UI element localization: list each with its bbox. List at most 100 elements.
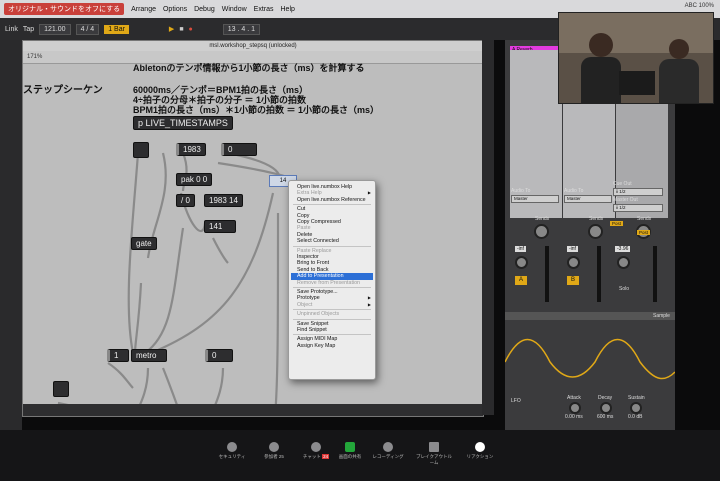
pak-object[interactable]: pak 0 0 [176, 173, 213, 186]
laptop [619, 71, 655, 95]
zoom-participants[interactable]: 参加者 25 [254, 442, 294, 460]
menu-options[interactable]: Options [163, 6, 187, 13]
play-icon[interactable]: ▶ [169, 25, 174, 33]
pan-knob-b[interactable] [567, 256, 580, 269]
time-signature-field[interactable]: 4 / 4 [75, 23, 100, 35]
bang-button-1[interactable] [133, 142, 149, 158]
cord-15 [212, 237, 229, 264]
sustain-label: Sustain [628, 395, 645, 401]
pan-knob-master[interactable] [617, 256, 630, 269]
tempo-field[interactable]: 121.00 [39, 23, 71, 35]
menu-help[interactable]: Help [281, 6, 295, 13]
zoom-share-screen[interactable]: 画面の共有 [330, 442, 370, 460]
number-box-1983[interactable]: 1983 [176, 143, 206, 156]
zoom-level[interactable]: 171% [27, 54, 42, 60]
context-menu-item[interactable]: Open live.numbox Reference [297, 197, 373, 204]
shield-icon [227, 442, 237, 452]
audio-to-label-a: Audio To [511, 188, 531, 194]
metro-object[interactable]: metro [131, 349, 167, 362]
number-box-141[interactable]: 141 [204, 220, 236, 233]
post-button-1[interactable]: Post [610, 221, 624, 226]
master-out-label: Master Out [613, 197, 638, 203]
patcher-title: msl.workshop_stepsq (unlocked) [23, 41, 483, 51]
original-sound-button[interactable]: オリジナル・サウンドをオフにする [4, 3, 125, 15]
tap-button[interactable]: Tap [23, 26, 34, 33]
attack-knob[interactable] [569, 402, 581, 414]
zoom-recording[interactable]: レコーディング [368, 442, 408, 460]
sustain-knob[interactable] [630, 402, 642, 414]
patcher-right-sidebar [482, 40, 494, 415]
audio-to-select-b[interactable]: Master [564, 195, 612, 203]
master-out-select[interactable]: ii 1/2 [613, 204, 663, 212]
volume-a[interactable]: -inf [515, 246, 526, 252]
gate-object[interactable]: gate [131, 237, 157, 250]
context-menu-item: Unpinned Objects [297, 311, 340, 318]
volume-master[interactable]: -3.96 [615, 246, 631, 252]
max-patcher-window: msl.workshop_stepsq (unlocked) 171% ステップ… [22, 40, 484, 417]
zoom-reactions[interactable]: リアクション [460, 442, 500, 460]
menu-separator [293, 287, 371, 288]
context-menu: Open live.numbox Help Extra Help ▶ Open liv… [288, 180, 376, 380]
record-icon [383, 442, 393, 452]
menu-separator [293, 245, 371, 247]
submenu-arrow-icon: ▶ [367, 190, 371, 196]
menu-extras[interactable]: Extras [254, 6, 274, 13]
person-2-body [659, 59, 699, 103]
number-box-1[interactable]: 1 [107, 349, 129, 362]
context-menu-item[interactable]: Find Snippet [297, 327, 373, 334]
record-icon[interactable]: ● [189, 26, 193, 33]
meter-a [545, 246, 549, 302]
decay-knob[interactable] [600, 402, 612, 414]
stop-icon[interactable]: ■ [179, 26, 183, 33]
sustain-value[interactable]: 0.0 dB [628, 414, 642, 420]
menu-window[interactable]: Window [222, 6, 247, 13]
link-button[interactable]: Link [5, 26, 18, 33]
webcam-background [559, 13, 713, 53]
menu-debug[interactable]: Debug [194, 6, 215, 13]
menu-arrange[interactable]: Arrange [131, 6, 156, 13]
number-box-0b[interactable]: 0 [205, 349, 233, 362]
quantize-menu[interactable]: 1 Bar [104, 24, 129, 34]
send-knob-a[interactable] [534, 224, 549, 239]
solo-label[interactable]: Solo [619, 286, 629, 292]
post-button-2[interactable]: Post [637, 230, 651, 235]
cue-out-select[interactable]: ii 1/2 [613, 188, 663, 196]
share-screen-icon [345, 442, 355, 452]
context-menu-item: Object [297, 301, 313, 308]
arrangement-position[interactable]: 13 . 4 . 1 [222, 23, 261, 35]
track-activator-a[interactable]: A [515, 276, 527, 285]
volume-b[interactable]: -inf [567, 246, 578, 252]
zoom-breakout-rooms[interactable]: ブレイクアウトルーム [414, 442, 454, 466]
person-1-body [581, 57, 621, 103]
lfo-label[interactable]: LFO [511, 398, 521, 404]
person-2-head [669, 39, 689, 59]
menu-separator [293, 309, 371, 311]
zoom-security[interactable]: セキュリティ [212, 442, 252, 460]
envelope-display[interactable] [505, 322, 675, 382]
cord-7 [133, 282, 143, 354]
attack-value[interactable]: 0.00 ms [565, 414, 583, 420]
menu-separator [293, 204, 371, 206]
pan-knob-a[interactable] [515, 256, 528, 269]
reaction-icon [475, 442, 485, 452]
context-menu-item: Remove from Presentation [297, 279, 361, 286]
send-knob-b[interactable] [588, 224, 603, 239]
bang-button-2[interactable] [53, 381, 69, 397]
decay-value[interactable]: 600 ms [597, 414, 613, 420]
context-menu-item[interactable]: Select Connected [297, 238, 373, 245]
context-menu-item[interactable]: Assign Key Map [297, 343, 373, 350]
divide-object[interactable]: / 0 [176, 194, 195, 207]
attack-label: Attack [567, 395, 581, 401]
audio-to-label-b: Audio To [564, 188, 584, 194]
audio-to-select-a[interactable]: Master [511, 195, 559, 203]
number-box-0a[interactable]: 0 [221, 143, 257, 156]
device-view-divider [505, 312, 675, 320]
track-activator-b[interactable]: B [567, 276, 579, 285]
message-1983-14[interactable]: 1983 14 [204, 194, 243, 207]
person-1-head [589, 33, 613, 57]
sample-tab[interactable]: Sample [653, 313, 670, 319]
patcher-heading: ステップシーケン [23, 85, 103, 96]
cord-10 [107, 362, 134, 389]
participants-icon [269, 442, 279, 452]
p-live-timestamps[interactable]: p LIVE_TIMESTAMPS [133, 116, 233, 130]
